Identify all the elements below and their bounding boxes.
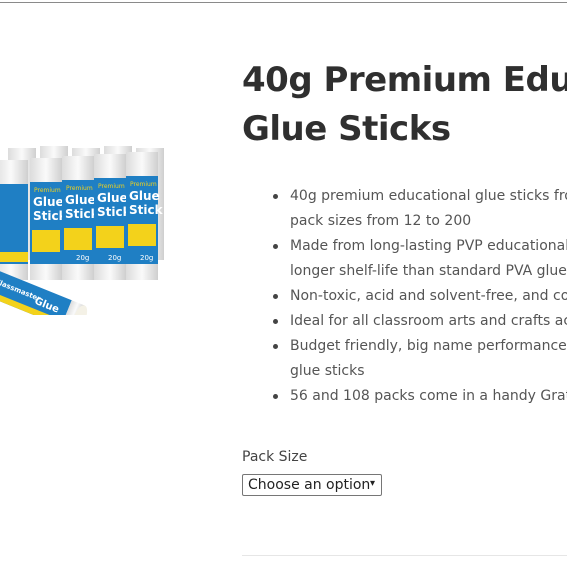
pack-size-label: Pack Size xyxy=(242,449,308,465)
top-divider xyxy=(0,2,567,3)
stick-label-premium-2: Premium xyxy=(66,185,93,192)
feature-item: Non-toxic, acid and solvent-free, and co xyxy=(273,284,567,309)
feature-text: pack sizes from 12 to 200 xyxy=(290,213,472,229)
feature-text: glue sticks xyxy=(290,363,365,379)
chevron-down-icon: ▾ xyxy=(369,478,375,489)
stick-label-weight: 20g xyxy=(76,254,89,262)
stick-label-glue-3: Glue xyxy=(97,191,128,205)
stick-label-premium: Premium xyxy=(34,187,61,194)
feature-item: Made from long-lasting PVP educational l… xyxy=(273,234,567,284)
product-title-line-1: 40g Premium Educ xyxy=(242,60,567,100)
feature-text: Made from long-lasting PVP educational xyxy=(290,238,567,254)
feature-text: 56 and 108 packs come in a handy Grat xyxy=(290,388,567,404)
feature-item: 40g premium educational glue sticks fro … xyxy=(273,184,567,234)
stick-label-premium-4: Premium xyxy=(130,181,157,188)
feature-item: 56 and 108 packs come in a handy Grat xyxy=(273,384,567,409)
feature-text: Non-toxic, acid and solvent-free, and co xyxy=(290,288,567,304)
stick-label-glue-4: Glue xyxy=(129,189,160,203)
feature-item: Budget friendly, big name performance gl… xyxy=(273,334,567,384)
pack-size-select[interactable]: Choose an option ▾ xyxy=(242,474,382,496)
product-features-list: 40g premium educational glue sticks fro … xyxy=(242,184,567,409)
section-divider xyxy=(242,555,567,556)
stick-label-glue: Glue xyxy=(33,195,64,209)
feature-text: longer shelf-life than standard PVA glue xyxy=(290,263,567,279)
product-title-line-2: Glue Sticks xyxy=(242,109,451,149)
glue-stick-front-row: Premium Glue Stick Premium Glue Stick 20… xyxy=(0,152,164,280)
feature-text: 40g premium educational glue sticks fro xyxy=(290,188,567,204)
feature-item: Ideal for all classroom arts and crafts … xyxy=(273,309,567,334)
feature-text: Ideal for all classroom arts and crafts … xyxy=(290,313,567,329)
stick-label-glue-2: Glue xyxy=(65,193,96,207)
stick-label-weight-2: 20g xyxy=(108,254,121,262)
product-image[interactable]: Premium Glue Stick Premium Glue Stick 20… xyxy=(0,140,200,315)
stick-label-stick-4: Stick xyxy=(129,203,164,217)
pack-size-selected-value: Choose an option xyxy=(248,477,371,493)
stick-label-weight-3: 20g xyxy=(140,254,153,262)
stick-label-premium-3: Premium xyxy=(98,183,125,190)
feature-text: Budget friendly, big name performance xyxy=(290,338,567,354)
product-title: 40g Premium Educ Glue Sticks xyxy=(242,56,567,154)
